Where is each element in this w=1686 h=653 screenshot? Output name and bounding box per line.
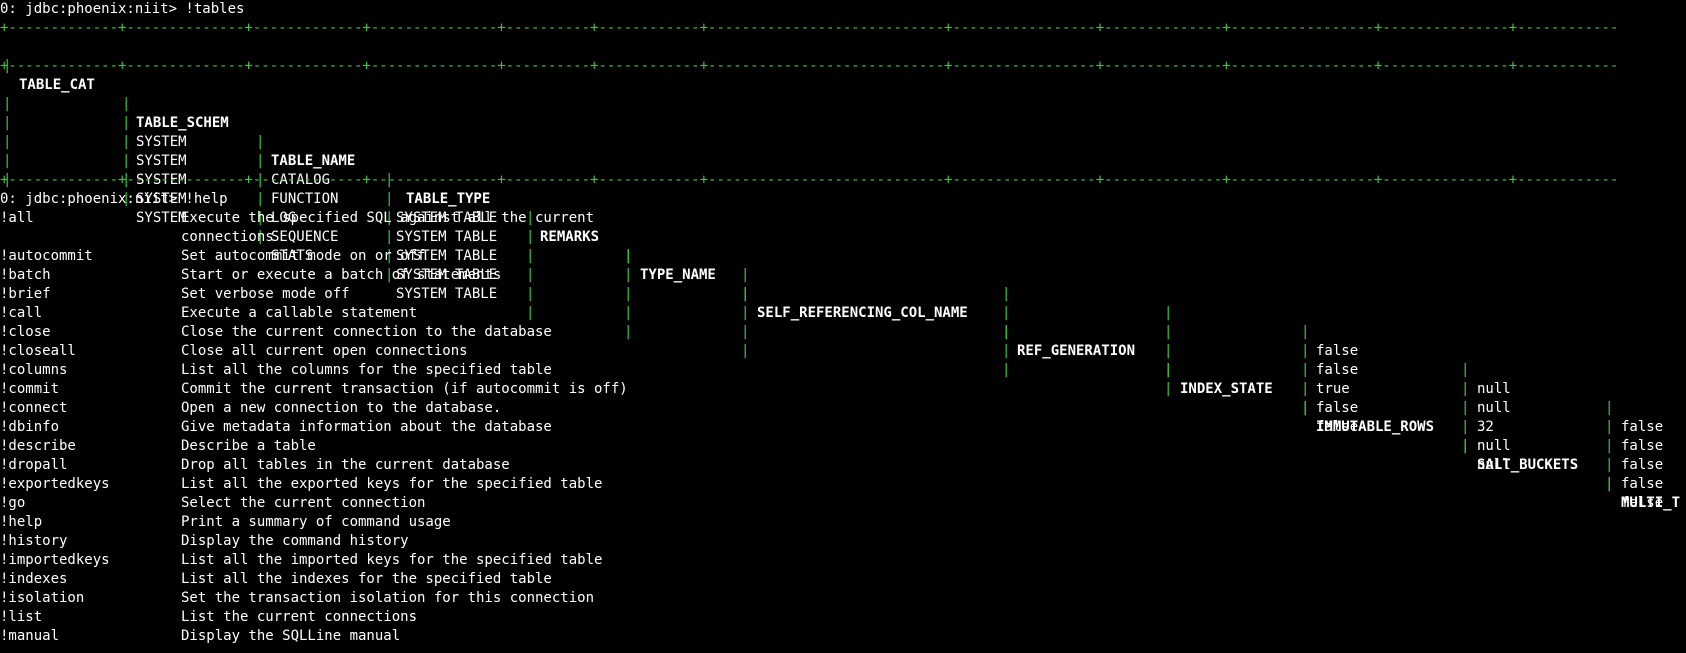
help-command-name: !help bbox=[0, 514, 43, 530]
help-line: !closeall Close all current open connecti… bbox=[0, 342, 1686, 361]
help-command-name: !autocommit bbox=[0, 248, 93, 264]
help-command-description: List the current connections bbox=[181, 609, 418, 625]
help-command-name: !close bbox=[0, 324, 51, 340]
help-line: !isolation Set the transaction isolation … bbox=[0, 589, 1686, 608]
table-border-bottom: +-------------+--------------+----------… bbox=[0, 172, 1619, 188]
help-command-name: !describe bbox=[0, 438, 76, 454]
help-command-description: Set the transaction isolation for this c… bbox=[181, 590, 595, 606]
help-command-description: Describe a table bbox=[181, 438, 316, 454]
column-separator: | bbox=[122, 134, 131, 150]
column-separator: | bbox=[122, 153, 131, 169]
help-command-name: !exportedkeys bbox=[0, 476, 110, 492]
cell-table-name: FUNCTION bbox=[271, 191, 339, 207]
help-command-description: Close the current connection to the data… bbox=[181, 324, 552, 340]
column-separator: | bbox=[256, 134, 265, 150]
column-separator: | bbox=[256, 191, 265, 207]
header-table-schem: TABLE_SCHEM bbox=[136, 115, 229, 131]
help-command-name: !isolation bbox=[0, 590, 85, 606]
help-command-name: !importedkeys bbox=[0, 552, 110, 568]
help-line: !batch Start or execute a batch of statem… bbox=[0, 266, 1686, 285]
help-line: !all Execute the specified SQL against al… bbox=[0, 209, 1686, 228]
help-command-name: !dropall bbox=[0, 457, 68, 473]
prompt-tables-command: 0: jdbc:phoenix:niit> !tables bbox=[0, 1, 245, 17]
cell-table-schem: SYSTEM bbox=[136, 134, 187, 150]
prompt-help-command: 0: jdbc:phoenix:niit> !help bbox=[0, 191, 228, 207]
help-command-description: Execute a callable statement bbox=[181, 305, 418, 321]
help-command-description: List all the indexes for the specified t… bbox=[181, 571, 552, 587]
help-line: !commit Commit the current transaction (i… bbox=[0, 380, 1686, 399]
help-line: !columns List all the columns for the spe… bbox=[0, 361, 1686, 380]
help-command-name: !brief bbox=[0, 286, 51, 302]
help-command-description: Close all current open connections bbox=[181, 343, 468, 359]
help-command-description: connections bbox=[181, 229, 274, 245]
table-border-header: +-------------+--------------+----------… bbox=[0, 58, 1619, 74]
help-command-description: Start or execute a batch of statements bbox=[181, 267, 502, 283]
table-row: | | SYSTEM | LOG | SYSTEM TABLE | | | | … bbox=[0, 114, 1663, 473]
column-separator: | bbox=[385, 191, 394, 207]
help-command-name: !history bbox=[0, 533, 68, 549]
help-line: !dropall Drop all tables in the current d… bbox=[0, 456, 1686, 475]
help-command-name: !closeall bbox=[0, 343, 76, 359]
help-command-name: !call bbox=[0, 305, 43, 321]
help-command-description: List all the imported keys for the speci… bbox=[181, 552, 603, 568]
help-command-description: Select the current connection bbox=[181, 495, 426, 511]
help-line: !go Select the current connection bbox=[0, 494, 1686, 513]
help-line: !indexes List all the indexes for the spe… bbox=[0, 570, 1686, 589]
column-separator: | bbox=[122, 115, 131, 131]
help-command-description: Display the command history bbox=[181, 533, 409, 549]
help-command-description: Set verbose mode off bbox=[181, 286, 350, 302]
help-command-name: !all bbox=[0, 210, 34, 226]
help-line: !importedkeys List all the imported keys … bbox=[0, 551, 1686, 570]
help-line: !help Print a summary of command usage bbox=[0, 513, 1686, 532]
help-line: !history Display the command history bbox=[0, 532, 1686, 551]
help-command-description: Print a summary of command usage bbox=[181, 514, 451, 530]
terminal-window[interactable]: 0: jdbc:phoenix:niit> !tables +---------… bbox=[0, 0, 1686, 653]
help-command-description: List all the columns for the specified t… bbox=[181, 362, 552, 378]
header-table-type: TABLE_TYPE bbox=[406, 191, 491, 207]
help-command-description: Display the SQLLine manual bbox=[181, 628, 401, 644]
help-command-description: Open a new connection to the database. bbox=[181, 400, 502, 416]
help-command-name: !commit bbox=[0, 381, 60, 397]
help-line: !close Close the current connection to th… bbox=[0, 323, 1686, 342]
help-line: !exportedkeys List all the exported keys … bbox=[0, 475, 1686, 494]
help-command-description: Drop all tables in the current database bbox=[181, 457, 510, 473]
help-line: !connect Open a new connection to the dat… bbox=[0, 399, 1686, 418]
help-line: !autocommit Set autocommit mode on or off bbox=[0, 247, 1686, 266]
help-line: !describe Describe a table bbox=[0, 437, 1686, 456]
help-command-description: Commit the current transaction (if autoc… bbox=[181, 381, 628, 397]
table-row: | | SYSTEM | CATALOG | SYSTEM TABLE | | … bbox=[0, 76, 1663, 435]
help-line: !call Execute a callable statement bbox=[0, 304, 1686, 323]
cell-table-schem: SYSTEM bbox=[136, 153, 187, 169]
help-command-name: !manual bbox=[0, 628, 60, 644]
help-command-name: !go bbox=[0, 495, 26, 511]
help-command-description: Set autocommit mode on or off bbox=[181, 248, 426, 264]
column-separator: | bbox=[256, 153, 265, 169]
help-command-name: !list bbox=[0, 609, 43, 625]
help-command-description: Execute the specified SQL against all th… bbox=[181, 210, 595, 226]
help-command-name: !dbinfo bbox=[0, 419, 60, 435]
help-command-description: List all the exported keys for the speci… bbox=[181, 476, 603, 492]
header-table-name: TABLE_NAME bbox=[271, 153, 356, 169]
help-command-name: !connect bbox=[0, 400, 68, 416]
column-separator: | bbox=[122, 96, 131, 112]
table-border-top: +-------------+--------------+----------… bbox=[0, 20, 1619, 36]
help-line: !brief Set verbose mode off bbox=[0, 285, 1686, 304]
help-command-description: Give metadata information about the data… bbox=[181, 419, 552, 435]
table-row: | | SYSTEM | SEQUENCE | SYSTEM TABLE | |… bbox=[0, 133, 1663, 492]
help-line: !list List the current connections bbox=[0, 608, 1686, 627]
help-command-name: !batch bbox=[0, 267, 51, 283]
table-header-row: | TABLE_CAT | TABLE_SCHEM | TABLE_NAME |… bbox=[0, 38, 1680, 511]
help-line: connections bbox=[0, 228, 1686, 247]
help-line: !dbinfo Give metadata information about t… bbox=[0, 418, 1686, 437]
help-line: !manual Display the SQLLine manual bbox=[0, 627, 1686, 646]
help-command-name: !indexes bbox=[0, 571, 68, 587]
table-row: | | SYSTEM | FUNCTION | SYSTEM TABLE | |… bbox=[0, 95, 1663, 454]
help-command-name: !columns bbox=[0, 362, 68, 378]
table-row: | | SYSTEM | STATS | SYSTEM TABLE | | | … bbox=[0, 152, 1663, 511]
